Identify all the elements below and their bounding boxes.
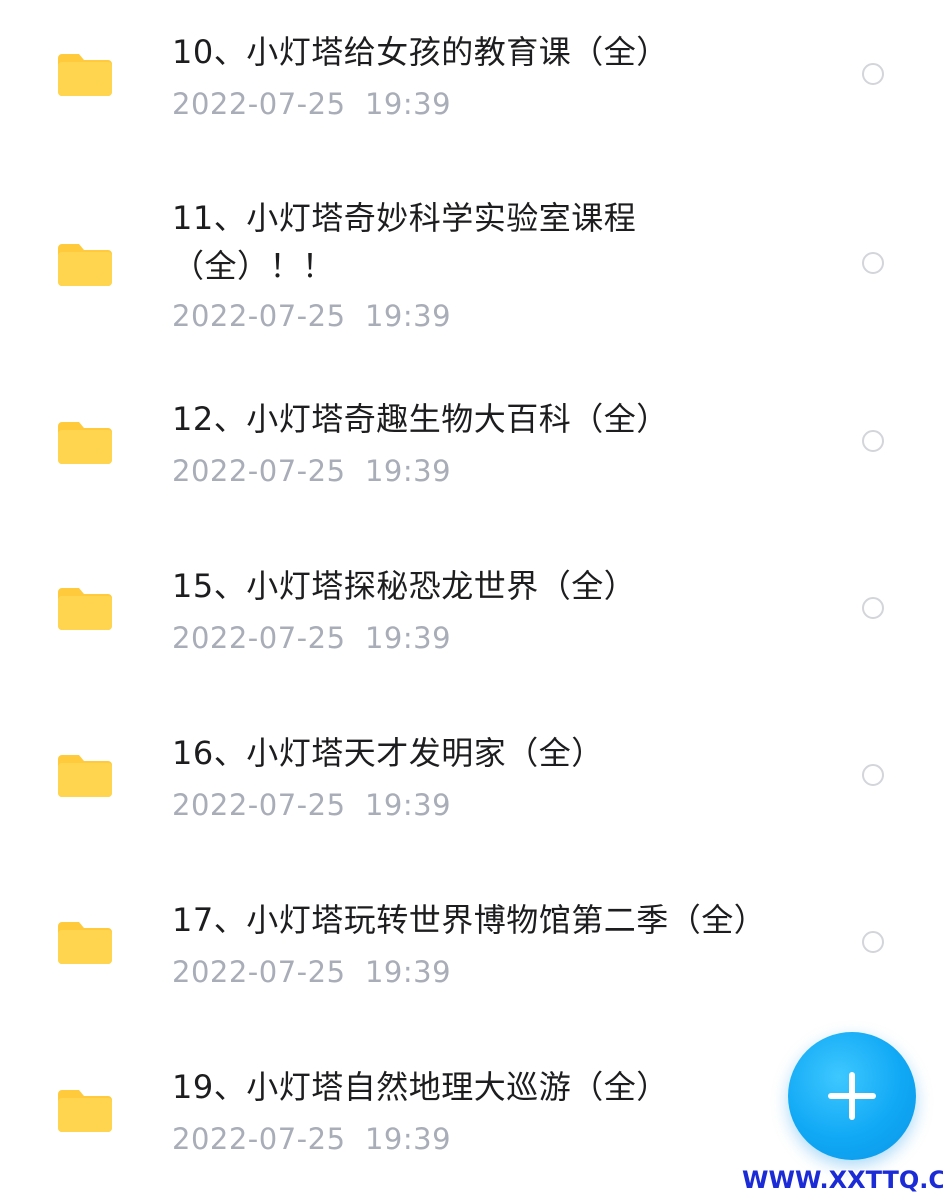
file-date: 2022-07-25 19:39 bbox=[172, 87, 452, 121]
select-radio[interactable] bbox=[862, 63, 884, 85]
file-title: 11、小灯塔奇妙科学实验室课程 （全）！！ bbox=[172, 199, 637, 285]
select-radio[interactable] bbox=[862, 430, 884, 452]
file-title: 16、小灯塔天才发明家（全） bbox=[172, 734, 604, 772]
file-list-screen: 10、小灯塔给女孩的教育课（全） 2022-07-25 19:39 11、小灯塔… bbox=[0, 0, 943, 1200]
select-radio[interactable] bbox=[862, 931, 884, 953]
list-item[interactable]: 11、小灯塔奇妙科学实验室课程 （全）！！ 2022-07-25 19:39 bbox=[0, 150, 943, 360]
file-date: 2022-07-25 19:39 bbox=[172, 621, 452, 655]
file-list: 10、小灯塔给女孩的教育课（全） 2022-07-25 19:39 11、小灯塔… bbox=[0, 0, 943, 1200]
folder-icon bbox=[58, 751, 112, 797]
select-radio[interactable] bbox=[862, 764, 884, 786]
file-title: 19、小灯塔自然地理大巡游（全） bbox=[172, 1068, 669, 1106]
select-radio[interactable] bbox=[862, 252, 884, 274]
file-date: 2022-07-25 19:39 bbox=[172, 299, 452, 333]
list-item[interactable]: 10、小灯塔给女孩的教育课（全） 2022-07-25 19:39 bbox=[0, 0, 943, 150]
list-item[interactable]: 16、小灯塔天才发明家（全） 2022-07-25 19:39 bbox=[0, 692, 943, 859]
list-item[interactable]: 17、小灯塔玩转世界博物馆第二季（全） 2022-07-25 19:39 bbox=[0, 859, 943, 1026]
folder-icon bbox=[58, 418, 112, 464]
file-title: 15、小灯塔探秘恐龙世界（全） bbox=[172, 567, 637, 605]
folder-icon bbox=[58, 918, 112, 964]
file-date: 2022-07-25 19:39 bbox=[172, 1122, 452, 1156]
file-date: 2022-07-25 19:39 bbox=[172, 454, 452, 488]
list-item[interactable]: 15、小灯塔探秘恐龙世界（全） 2022-07-25 19:39 bbox=[0, 525, 943, 692]
folder-icon bbox=[58, 240, 112, 286]
file-date: 2022-07-25 19:39 bbox=[172, 788, 452, 822]
select-radio[interactable] bbox=[862, 597, 884, 619]
add-button[interactable] bbox=[788, 1032, 916, 1160]
watermark-text: WWW.XXTTQ.COM bbox=[742, 1166, 943, 1194]
folder-icon bbox=[58, 1086, 112, 1132]
file-title: 10、小灯塔给女孩的教育课（全） bbox=[172, 33, 669, 71]
plus-icon-stroke bbox=[849, 1072, 855, 1120]
file-date: 2022-07-25 19:39 bbox=[172, 955, 452, 989]
folder-icon bbox=[58, 584, 112, 630]
file-title: 17、小灯塔玩转世界博物馆第二季（全） bbox=[172, 901, 767, 939]
file-title: 12、小灯塔奇趣生物大百科（全） bbox=[172, 400, 669, 438]
folder-icon bbox=[58, 50, 112, 96]
list-item[interactable]: 12、小灯塔奇趣生物大百科（全） 2022-07-25 19:39 bbox=[0, 360, 943, 525]
